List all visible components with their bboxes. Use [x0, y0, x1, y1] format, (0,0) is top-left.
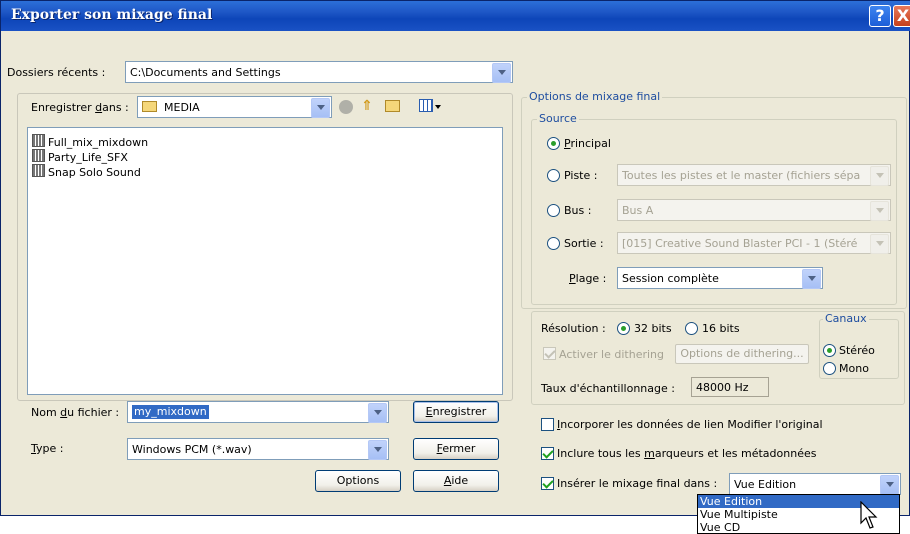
chevron-down-icon[interactable]: [311, 98, 330, 118]
save-in-label: Enregistrer dans :: [31, 101, 129, 114]
insert-view-combo[interactable]: Vue Edition: [729, 473, 901, 495]
chevron-down-icon[interactable]: [368, 440, 387, 460]
mono-radio[interactable]: [823, 362, 836, 375]
chevron-down-icon[interactable]: [870, 166, 889, 186]
file-name-label: Nom du fichier :: [31, 406, 120, 419]
output-combo[interactable]: [015] Creative Sound Blaster PCI - 1 (St…: [617, 232, 891, 254]
insert-mixdown-checkbox[interactable]: [541, 477, 554, 490]
range-label: Plage :: [569, 272, 607, 285]
file-item[interactable]: Full_mix_mixdown: [32, 134, 148, 149]
window-title: Exporter son mixage final: [11, 7, 213, 23]
source-principal-radio[interactable]: [547, 137, 560, 150]
embed-link-label[interactable]: Incorporer les données de lien Modifier …: [557, 418, 823, 431]
file-name-combo[interactable]: my_mixdown: [127, 401, 389, 423]
resolution-16-radio[interactable]: [685, 322, 698, 335]
source-track-radio[interactable]: [547, 169, 560, 182]
close-title-button[interactable]: X: [893, 5, 910, 27]
back-icon[interactable]: [339, 100, 353, 114]
mixdown-options-title: Options de mixage final: [527, 90, 663, 103]
embed-link-checkbox[interactable]: [541, 418, 554, 431]
recent-folders-combo[interactable]: C:\Documents and Settings: [125, 61, 513, 83]
file-list[interactable]: Full_mix_mixdown Party_Life_SFX Snap Sol…: [27, 127, 503, 395]
close-button[interactable]: Fermer: [413, 438, 499, 460]
chevron-down-icon[interactable]: [870, 201, 889, 221]
help-title-button[interactable]: ?: [869, 5, 891, 27]
range-value: Session complète: [622, 272, 719, 285]
resolution-label: Résolution :: [541, 322, 606, 335]
file-item[interactable]: Party_Life_SFX: [32, 149, 128, 164]
source-output-radio[interactable]: [547, 237, 560, 250]
save-in-combo[interactable]: MEDIA: [137, 96, 332, 118]
file-type-value: Windows PCM (*.wav): [132, 443, 252, 456]
new-folder-icon[interactable]: [385, 100, 400, 112]
resolution-32-label[interactable]: 32 bits: [634, 322, 672, 335]
folder-icon: [142, 101, 157, 112]
chevron-down-icon[interactable]: [368, 403, 387, 423]
view-menu-icon[interactable]: [419, 99, 433, 112]
chevron-down-icon[interactable]: [870, 234, 889, 254]
resolution-16-label[interactable]: 16 bits: [702, 322, 740, 335]
dither-checkbox[interactable]: [543, 347, 556, 360]
sample-rate-field: 48000 Hz: [691, 377, 769, 397]
stereo-radio[interactable]: [823, 344, 836, 357]
chevron-down-icon[interactable]: [802, 269, 821, 289]
bus-combo[interactable]: Bus A: [617, 199, 891, 221]
view-dropdown-icon[interactable]: [435, 105, 441, 109]
sample-rate-label: Taux d'échantillonnage :: [541, 382, 675, 395]
file-name-input[interactable]: my_mixdown: [132, 405, 209, 419]
audio-file-icon: [32, 134, 45, 147]
save-in-folder: MEDIA: [164, 101, 200, 114]
help-button[interactable]: Aide: [413, 470, 499, 492]
file-type-combo[interactable]: Windows PCM (*.wav): [127, 438, 389, 460]
stereo-label[interactable]: Stéréo: [839, 344, 875, 357]
markers-label[interactable]: Inclure tous les marqueurs et les métado…: [557, 447, 816, 460]
recent-folders-label: Dossiers récents :: [7, 66, 106, 79]
insert-mixdown-label[interactable]: Insérer le mixage final dans :: [557, 477, 717, 490]
chevron-down-icon[interactable]: [880, 475, 899, 495]
recent-folders-value: C:\Documents and Settings: [130, 66, 281, 79]
source-title: Source: [537, 112, 579, 125]
save-button[interactable]: Enregistrer: [413, 401, 499, 423]
mouse-cursor-icon: [860, 501, 878, 529]
source-output-label[interactable]: Sortie :: [564, 237, 604, 250]
chevron-down-icon[interactable]: [492, 63, 511, 83]
range-combo[interactable]: Session complète: [617, 267, 823, 289]
resolution-32-radio[interactable]: [617, 322, 630, 335]
track-value: Toutes les pistes et le master (fichiers…: [622, 169, 861, 182]
source-principal-label[interactable]: Principal: [564, 137, 611, 150]
title-bar: Exporter son mixage final ? X: [1, 1, 910, 31]
dither-label: Activer le dithering: [559, 348, 664, 361]
output-value: [015] Creative Sound Blaster PCI - 1 (St…: [622, 237, 858, 250]
up-folder-icon[interactable]: ⇑: [361, 98, 375, 114]
track-combo[interactable]: Toutes les pistes et le master (fichiers…: [617, 164, 891, 186]
source-bus-label[interactable]: Bus :: [564, 204, 591, 217]
dither-options-button[interactable]: Options de dithering...: [675, 344, 809, 364]
bus-value: Bus A: [622, 204, 654, 217]
audio-file-icon: [32, 149, 45, 162]
mono-label[interactable]: Mono: [839, 362, 869, 375]
audio-file-icon: [32, 164, 45, 177]
file-item[interactable]: Snap Solo Sound: [32, 164, 141, 179]
source-track-label[interactable]: Piste :: [564, 169, 597, 182]
markers-checkbox[interactable]: [541, 447, 554, 460]
export-dialog: Exporter son mixage final ? X Dossiers r…: [0, 0, 910, 516]
insert-view-value: Vue Edition: [734, 478, 797, 491]
source-bus-radio[interactable]: [547, 204, 560, 217]
file-type-label: Type :: [31, 442, 64, 455]
channels-title: Canaux: [823, 312, 869, 325]
options-button[interactable]: Options: [315, 470, 401, 492]
